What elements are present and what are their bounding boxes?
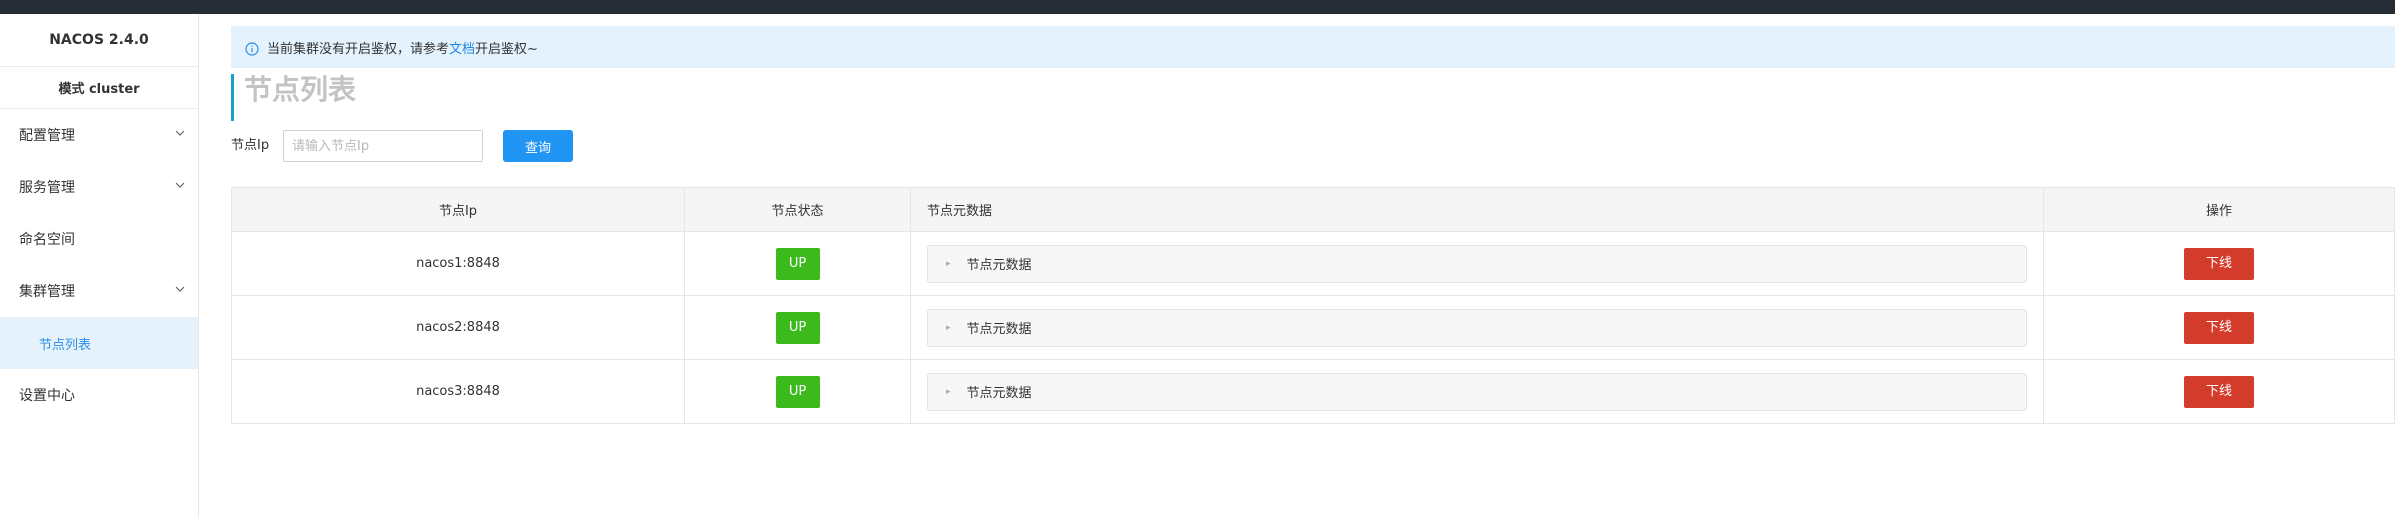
query-button[interactable]: 查询 <box>503 130 573 162</box>
node-ip-cell: nacos3:8848 <box>231 359 685 424</box>
metadata-collapse[interactable]: ▸ 节点元数据 <box>927 308 2027 347</box>
sidebar-subitem-node-list[interactable]: 节点列表 <box>0 317 198 369</box>
metadata-collapse[interactable]: ▸ 节点元数据 <box>927 244 2027 283</box>
offline-button[interactable]: 下线 <box>2184 247 2254 280</box>
auth-notice: 当前集群没有开启鉴权，请参考 文档 开启鉴权~ <box>231 26 2395 68</box>
info-icon <box>245 41 259 56</box>
cluster-mode-label: 模式 cluster <box>0 67 198 109</box>
notice-text-after: 开启鉴权~ <box>475 41 538 57</box>
sidebar: NACOS 2.4.0 模式 cluster 配置管理 服务管理 命名空间 集群… <box>0 14 199 517</box>
sidebar-item-cluster-management[interactable]: 集群管理 <box>0 265 198 317</box>
status-badge: UP <box>775 311 820 344</box>
column-header-node-status: 节点状态 <box>684 187 911 232</box>
brand-title: NACOS 2.4.0 <box>0 14 198 67</box>
caret-right-icon: ▸ <box>946 386 951 397</box>
chevron-down-icon <box>175 130 185 136</box>
node-table: 节点Ip 节点状态 节点元数据 操作 nacos1:8848 UP ▸ 节点元数… <box>231 187 2395 424</box>
offline-button[interactable]: 下线 <box>2184 311 2254 344</box>
sidebar-item-label: 集群管理 <box>19 284 75 300</box>
metadata-collapse[interactable]: ▸ 节点元数据 <box>927 372 2027 411</box>
node-ip-label: 节点Ip <box>231 138 270 153</box>
metadata-label: 节点元数据 <box>966 322 1032 337</box>
column-header-operation: 操作 <box>2043 187 2395 232</box>
caret-right-icon: ▸ <box>946 258 951 269</box>
page-title: 节点列表 <box>231 74 356 121</box>
chevron-down-icon <box>175 286 185 292</box>
sidebar-item-namespace[interactable]: 命名空间 <box>0 213 198 265</box>
table-row: nacos2:8848 UP ▸ 节点元数据 下线 <box>231 295 2395 360</box>
node-ip-cell: nacos1:8848 <box>231 231 685 296</box>
chevron-down-icon <box>175 182 185 188</box>
table-row: nacos3:8848 UP ▸ 节点元数据 下线 <box>231 359 2395 424</box>
sidebar-subitem-label: 节点列表 <box>39 337 92 353</box>
table-row: nacos1:8848 UP ▸ 节点元数据 下线 <box>231 231 2395 296</box>
sidebar-item-label: 服务管理 <box>19 180 75 196</box>
sidebar-item-label: 命名空间 <box>19 232 75 248</box>
metadata-label: 节点元数据 <box>966 386 1032 401</box>
metadata-label: 节点元数据 <box>966 258 1032 273</box>
column-header-node-ip: 节点Ip <box>231 187 685 232</box>
sidebar-item-config-management[interactable]: 配置管理 <box>0 109 198 161</box>
column-header-node-metadata: 节点元数据 <box>910 187 2044 232</box>
sidebar-item-label: 设置中心 <box>19 388 75 404</box>
sidebar-item-label: 配置管理 <box>19 128 75 144</box>
status-badge: UP <box>775 247 820 280</box>
table-header-row: 节点Ip 节点状态 节点元数据 操作 <box>231 187 2395 232</box>
status-badge: UP <box>775 375 820 408</box>
node-ip-cell: nacos2:8848 <box>231 295 685 360</box>
caret-right-icon: ▸ <box>946 322 951 333</box>
offline-button[interactable]: 下线 <box>2184 375 2254 408</box>
main-content: 当前集群没有开启鉴权，请参考文档开启鉴权~ 节点列表 节点Ip 查询 节点Ip … <box>200 14 2395 517</box>
docs-link[interactable]: 文档 <box>449 38 475 57</box>
sidebar-item-service-management[interactable]: 服务管理 <box>0 161 198 213</box>
notice-text-before: 当前集群没有开启鉴权，请参考 <box>267 41 450 57</box>
node-ip-input[interactable] <box>283 130 483 162</box>
sidebar-item-settings-center[interactable]: 设置中心 <box>0 369 198 421</box>
top-bar <box>0 0 2395 14</box>
